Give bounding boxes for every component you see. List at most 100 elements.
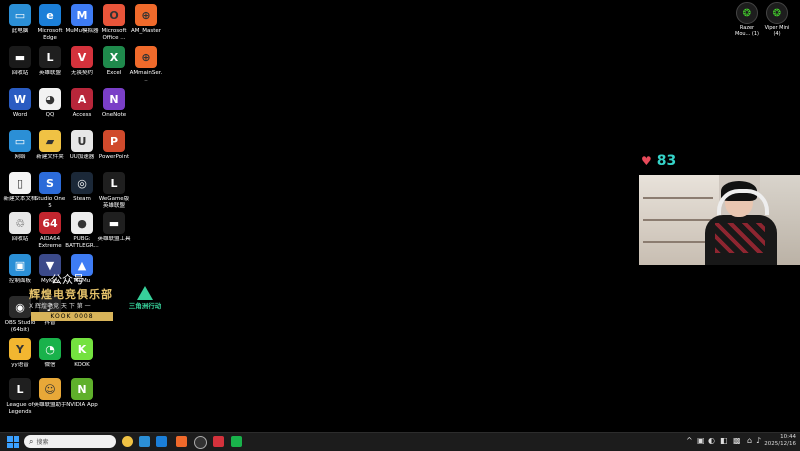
desktop-icon-label: 回收站 [11,236,29,242]
desktop-icon-access[interactable]: A Access [66,88,98,119]
desktop-icon-game-helper[interactable]: ☺ 英雄联盟助手 [33,378,67,409]
valorant-icon: V [71,46,93,68]
desktop-icon-label: AMmainSer... [129,70,163,83]
taskbar-app-6[interactable] [213,436,224,447]
desktop-icon-onenote[interactable]: N OneNote [98,88,130,119]
desktop-icon-label: AM_Master [130,28,162,34]
desktop-icon-powerpoint[interactable]: P PowerPoint [98,130,130,161]
taskbar-app-edge[interactable] [156,436,167,447]
kook-icon: K [71,338,93,360]
wechat-icon: ◔ [39,338,61,360]
desktop-icon-excel[interactable]: X Excel [98,46,130,77]
desktop-icon-pubg[interactable]: ● PUBG: BATTLEGR... [65,212,99,249]
desktop-icon-recycle[interactable]: ▬ 回收站 [4,46,36,77]
desktop-icon-label: 英雄联盟工具 [97,236,131,242]
desktop-icon-edge[interactable]: e Microsoft Edge [34,4,66,41]
delta-logo-text: 三角洲行动 [128,302,162,310]
uu-icon: U [71,130,93,152]
desktop-icon-label: PUBG: BATTLEGR... [65,236,99,249]
clock[interactable]: 10:44 2025/12/16 [764,434,796,448]
edge-icon: e [39,4,61,26]
qq-icon: ◕ [39,88,61,110]
taskbar-app-2[interactable] [139,436,150,447]
taskbar-app-4[interactable] [176,436,187,447]
taskbar-app-obs[interactable] [194,436,207,449]
wegame-icon: L [103,172,125,194]
desktop-icon-txt[interactable]: ▯ 新建文本文档 [3,172,37,203]
taskbar-app-1[interactable] [122,436,133,447]
desktop-icon-lol[interactable]: L League of Legends [4,378,36,415]
lol-tool-icon: ▬ [103,212,125,234]
yy-icon: Y [9,338,31,360]
desktop-icon-office[interactable]: O Microsoft Office ... [98,4,130,41]
desktop-icon-valorant[interactable]: V 无畏契约 [66,46,98,77]
taskbar-app-wechat[interactable] [231,436,242,447]
desktop-icon-nvidia[interactable]: N NVIDIA App [66,378,98,409]
desktop-icon-qq[interactable]: ◕ QQ [34,88,66,119]
lol-client-icon: L [39,46,61,68]
desktop-icon-label: PowerPoint [98,154,130,160]
razer-device-0[interactable]: ❂ Razer Mou... (1) [732,2,762,37]
access-icon: A [71,88,93,110]
desktop-icon-recycle-bin[interactable]: ♲ 回收站 [4,212,36,243]
desktop-icon-yy[interactable]: Yyy语音 [4,338,36,369]
desktop-icon-kook[interactable]: K KOOK [66,338,98,369]
desktop-icon-am-master[interactable]: ⊕ AM_Master [130,4,162,35]
club-public-label: 公众号 [51,273,84,286]
tray-icon-1[interactable]: ▣ [697,436,705,445]
desktop-icon-mumu[interactable]: M MuMu模拟器 [66,4,98,35]
desktop-icon-lol-tool[interactable]: ▬ 英雄联盟工具 [97,212,131,243]
desktop-icon-uu[interactable]: U UU加速器 [66,130,98,161]
desktop-icon-label: 新建文本文档 [3,196,37,202]
streamer-body [705,215,777,265]
desktop-icon-label: 回收站 [11,70,29,76]
tray-icon-3[interactable]: ◧ [720,436,728,445]
tray-icon-2[interactable]: ◐ [708,436,715,445]
desktop-icon-label: 无畏契约 [70,70,93,76]
delta-logo-icon [137,286,153,300]
razer-icon: ❂ [736,2,758,24]
office-icon: O [103,4,125,26]
desktop-icon-word[interactable]: W Word [4,88,36,119]
desktop-icon-label: MuMu模拟器 [65,28,99,34]
desktop-icon-label: Excel [106,70,122,76]
powerpoint-icon: P [103,130,125,152]
pubg-icon: ● [71,212,93,234]
desktop-icon-folder[interactable]: ▰ 新建文件夹 [34,130,66,161]
desktop-icon-aida64[interactable]: 64 AIDA64 Extreme [34,212,66,249]
desktop-icon-steam[interactable]: ◎ Steam [66,172,98,203]
desktop-icon-label: Microsoft Office ... [101,28,127,41]
desktop-icon-label: yy语音 [11,362,29,368]
desktop-icon-label: 此电脑 [11,28,29,34]
desktop-icon-label: QQ [45,112,55,118]
like-counter: ♥ 83 [641,153,676,169]
club-name: 辉煌电竞俱乐部 [29,288,113,301]
am-master-icon: ⊕ [135,4,157,26]
razer-device-1[interactable]: ❂ Viper Mini (4) [762,2,792,37]
desktop-icon-network[interactable]: ▭ 网络 [4,130,36,161]
search-icon: ⌕ [29,436,34,446]
desktop-icon-control[interactable]: ▣ 控制面板 [4,254,36,285]
desktop-icon-this-pc[interactable]: ▭ 此电脑 [4,4,36,35]
tray-chevron-icon[interactable]: ^ [686,436,693,445]
taskbar-search[interactable]: ⌕ 搜索 [24,435,116,448]
network-icon[interactable]: ⌂ [747,436,752,445]
taskbar: ⌕ 搜索 ^ ▣ ◐ ◧ ▩ ⌂ ♪ 10:44 2025/12/16 [0,432,800,451]
desktop-icon-studio-one[interactable]: S Studio One 5 [34,172,66,209]
desktop-icon-wechat[interactable]: ◔ 微信 [34,338,66,369]
club-subtitle: X 辉煌电竞 天 下 第 一 [29,303,91,310]
game-helper-icon: ☺ [39,378,61,400]
search-placeholder: 搜索 [36,439,49,446]
desktop-icon-wegame[interactable]: L WeGame版英雄联盟 [98,172,130,209]
clock-time: 10:44 [780,434,796,440]
tray-icon-4[interactable]: ▩ [733,436,741,445]
desktop-icon-label: 控制面板 [8,278,31,284]
desktop-icon-label: Word [12,112,28,118]
nvidia-icon: N [71,378,93,400]
desktop-icon-lol-client[interactable]: L 英雄联盟 [34,46,66,77]
desktop-icon-label: 英雄联盟助手 [33,402,67,408]
start-button[interactable] [7,436,19,448]
volume-icon[interactable]: ♪ [756,436,761,445]
desktop-icon-am-main[interactable]: ⊕ AMmainSer... [130,46,162,83]
mumu-icon: M [71,4,93,26]
